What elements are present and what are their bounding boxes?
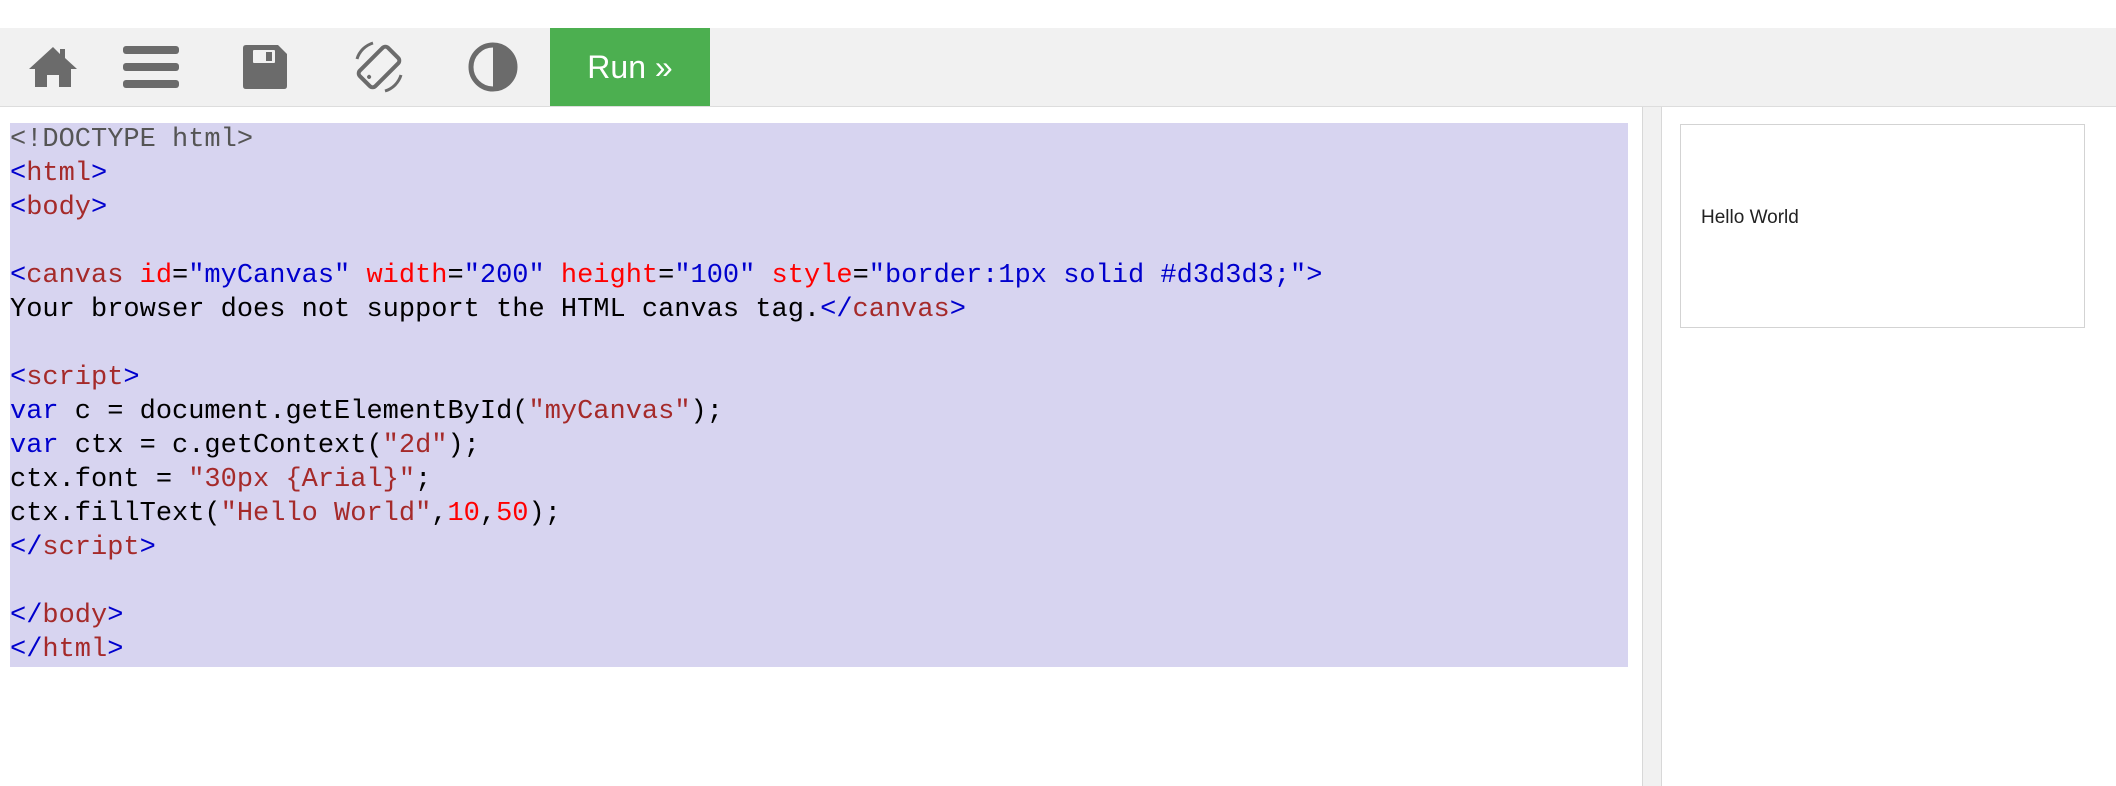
code-line[interactable]: <canvas id="myCanvas" width="200" height… [10,259,1628,293]
code-token: </ [10,533,43,563]
code-line[interactable]: var ctx = c.getContext("2d"); [10,429,1628,463]
code-token: > [123,363,140,393]
code-token: "myCanvas" [528,397,691,427]
code-token: ctx.font = [10,465,189,495]
code-token: = [852,261,869,291]
pane-divider[interactable] [1642,107,1662,786]
code-token: < [10,193,27,223]
code-token: ); [447,431,480,461]
menu-icon [123,46,179,88]
code-token: body [42,601,108,631]
code-token: < [10,261,27,291]
code-token: Your browser does not support the HTML c… [10,295,821,325]
code-token: > [107,601,124,631]
rotate-button[interactable] [326,28,432,106]
code-token: ); [528,499,561,529]
result-pane: Hello World [1662,107,2116,786]
canvas-preview: Hello World [1680,124,2085,328]
code-token: ; [415,465,432,495]
code-token: canvas [852,295,950,325]
code-line[interactable]: </body> [10,599,1628,633]
code-token: id [139,261,173,291]
home-icon [29,47,77,87]
run-button[interactable]: Run » [550,28,710,106]
code-token: <!DOCTYPE html> [10,125,254,155]
code-token: "200" [463,261,545,291]
code-line[interactable]: Your browser does not support the HTML c… [10,293,1628,327]
home-button[interactable] [0,28,106,106]
code-token: = [447,261,464,291]
code-token: > [91,193,108,223]
code-token: , [479,499,497,529]
code-line[interactable] [10,565,1628,599]
code-token: var [10,397,59,427]
code-token: "100" [674,261,756,291]
code-line[interactable] [10,225,1628,259]
menu-button[interactable] [98,28,204,106]
save-icon [243,45,287,89]
code-token: html [26,159,92,189]
code-token: ctx = c.getContext( [58,431,383,461]
canvas-text: Hello World [1701,207,1799,228]
code-token: ); [690,397,723,427]
code-token: "myCanvas" [188,261,351,291]
code-token: </ [10,601,43,631]
contrast-button[interactable] [440,28,546,106]
code-token: > [1306,261,1323,291]
code-token: </ [10,635,43,665]
code-token: = [658,261,675,291]
code-token: 10 [447,499,480,529]
code-line[interactable]: var c = document.getElementById("myCanva… [10,395,1628,429]
code-line[interactable]: ctx.font = "30px {Arial}"; [10,463,1628,497]
code-token: "30px {Arial}" [188,465,416,495]
code-token: > [139,533,156,563]
code-token: height [560,261,659,291]
code-token: ctx.fillText( [10,499,221,529]
code-line[interactable]: <body> [10,191,1628,225]
code-line[interactable]: <html> [10,157,1628,191]
contrast-icon [468,42,518,92]
code-token: script [26,363,124,393]
code-token: width [366,261,448,291]
code-editor[interactable]: <!DOCTYPE html> <html> <body> <canvas id="… [0,107,1642,786]
code-token: style [771,261,853,291]
code-token: > [107,635,124,665]
code-token: canvas [26,261,124,291]
code-line[interactable]: </html> [10,633,1628,667]
code-line[interactable]: <!DOCTYPE html> [10,123,1628,157]
code-token: , [431,499,448,529]
code-token: "border:1px solid #d3d3d3;" [868,261,1307,291]
code-token: = [172,261,189,291]
code-token: > [91,159,108,189]
code-token: > [949,295,966,325]
rotate-icon [355,41,403,93]
code-token: "2d" [382,431,448,461]
code-token: "Hello World" [220,499,432,529]
code-line[interactable]: <script> [10,361,1628,395]
code-token: </ [820,295,853,325]
code-token: var [10,431,59,461]
code-selection[interactable]: <!DOCTYPE html> <html> <body> <canvas id="… [10,123,1628,667]
code-token: 50 [496,499,529,529]
code-token: body [26,193,92,223]
code-token: < [10,159,27,189]
save-button[interactable] [212,28,318,106]
code-token: < [10,363,27,393]
code-token: script [42,533,140,563]
toolbar: Run » [0,28,2116,107]
code-line[interactable]: </script> [10,531,1628,565]
code-line[interactable]: ctx.fillText("Hello World",10,50); [10,497,1628,531]
top-strip [0,0,2116,28]
code-token: c = document.getElementById( [58,397,529,427]
code-line[interactable] [10,327,1628,361]
code-token: html [42,635,108,665]
